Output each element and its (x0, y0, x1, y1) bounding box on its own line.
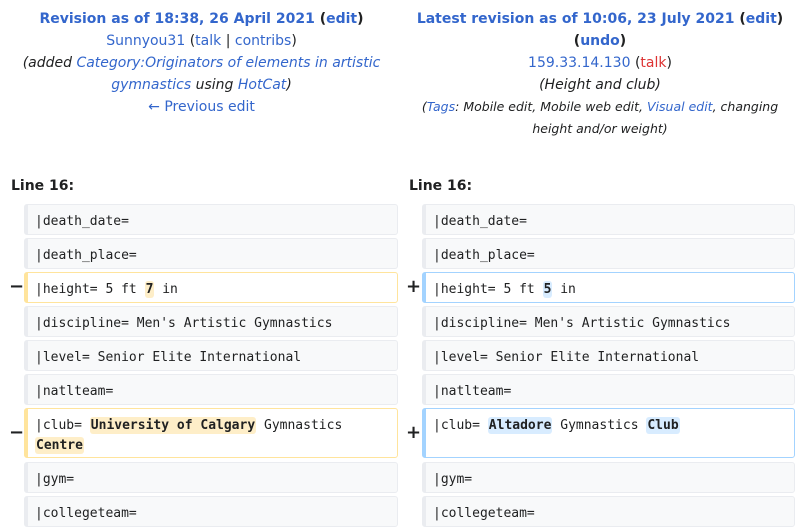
old-contribs-link[interactable]: contribs (235, 33, 291, 49)
old-revision-link[interactable]: Revision as of 18:38, 26 April 2021 (39, 11, 314, 27)
diff-context-left: |gym= (24, 462, 398, 493)
ip-user-link[interactable]: 159.33.14.130 (528, 55, 630, 71)
removed-line-marker: − (9, 276, 25, 297)
old-edit-summary: (added Category:Originators of elements … (22, 55, 381, 93)
deleted-text: Centre (35, 437, 84, 454)
visual-edit-tag-link[interactable]: Visual edit (647, 99, 713, 114)
diff-context-right: |natlteam= (422, 374, 795, 405)
diff-context-left: |natlteam= (24, 374, 398, 405)
new-revision-header: Latest revision as of 10:06, 23 July 202… (410, 8, 790, 140)
old-revision-user-line: Sunnyou31 (talk | contribs) (106, 33, 297, 49)
new-revision-link[interactable]: Latest revision as of 10:06, 23 July 202… (417, 11, 735, 27)
deleted-text: University of Calgary (89, 417, 257, 434)
diff-added-line: |club= Altadore Gymnastics Club (422, 408, 795, 458)
deleted-text: 7 (144, 281, 155, 298)
undo-link[interactable]: undo (580, 33, 620, 49)
old-revision-title: Revision as of 18:38, 26 April 2021 (edi… (39, 11, 364, 27)
new-revision-user-line: 159.33.14.130 (talk) (528, 55, 672, 71)
old-user-link[interactable]: Sunnyou31 (106, 33, 185, 49)
diff-context-left: |death_date= (24, 204, 398, 235)
new-edit-link[interactable]: edit (746, 11, 777, 27)
diff-context-right: |collegeteam= (422, 496, 795, 527)
old-edit-link[interactable]: edit (326, 11, 357, 27)
old-revision-header: Revision as of 18:38, 26 April 2021 (edi… (14, 8, 389, 118)
diff-deleted-line: |club= University of Calgary Gymnastics … (24, 408, 398, 458)
diff-deleted-line: |height= 5 ft 7 in (24, 272, 398, 303)
added-text: Club (646, 417, 680, 434)
edit-tags: (Tags: Mobile edit, Mobile web edit, Vis… (421, 99, 779, 136)
old-talk-link[interactable]: talk (195, 33, 221, 49)
diff-context-right: |discipline= Men's Artistic Gymnastics (422, 306, 795, 337)
diff-context-right: |level= Senior Elite International (422, 340, 795, 371)
diff-context-left: |discipline= Men's Artistic Gymnastics (24, 306, 398, 337)
diff-context-right: |death_date= (422, 204, 795, 235)
added-line-marker: + (406, 276, 422, 297)
new-talk-link[interactable]: talk (640, 55, 666, 71)
diff-context-left: |death_place= (24, 238, 398, 269)
hotcat-link[interactable]: HotCat (238, 77, 286, 93)
added-text: Altadore (487, 417, 553, 434)
diff-context-right: |gym= (422, 462, 795, 493)
diff-added-line: |height= 5 ft 5 in (422, 272, 795, 303)
added-text: 5 (542, 281, 553, 298)
diff-context-left: |level= Senior Elite International (24, 340, 398, 371)
tags-link[interactable]: Tags (427, 99, 455, 114)
diff-context-right: |death_place= (422, 238, 795, 269)
added-line-marker: + (406, 422, 422, 443)
diff-context-left: |collegeteam= (24, 496, 398, 527)
new-line-number: Line 16: (409, 178, 473, 194)
old-line-number: Line 16: (11, 178, 75, 194)
new-revision-title: Latest revision as of 10:06, 23 July 202… (416, 11, 784, 49)
previous-edit-link[interactable]: ← Previous edit (148, 99, 255, 115)
removed-line-marker: − (9, 422, 25, 443)
new-edit-summary: (Height and club) (539, 77, 661, 93)
